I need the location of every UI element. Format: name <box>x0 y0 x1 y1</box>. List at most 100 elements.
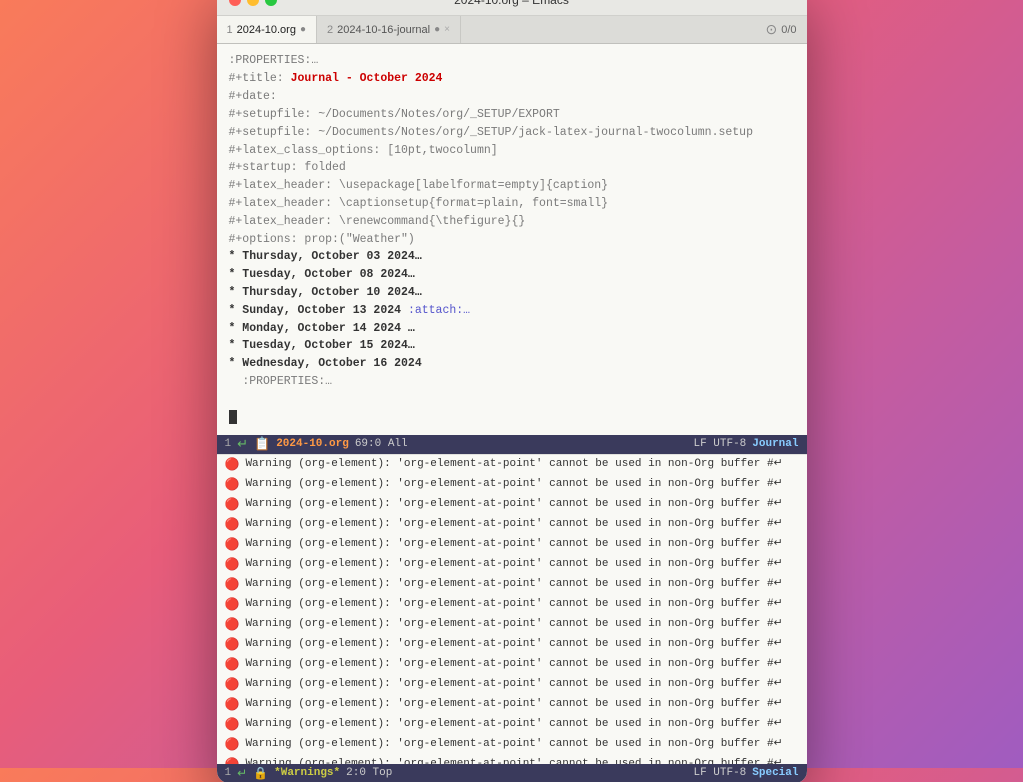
warning-icon-9: 🔴 <box>225 616 240 634</box>
warnings-area: 🔴 Warning (org-element): 'org-element-at… <box>217 454 807 764</box>
minimize-button[interactable] <box>247 0 259 6</box>
traffic-lights <box>229 0 277 6</box>
tab-1[interactable]: 1 2024-10.org ● <box>217 16 318 43</box>
line-14: * Thursday, October 10 2024… <box>229 284 795 302</box>
warning-text-10: Warning (org-element): 'org-element-at-p… <box>245 636 782 653</box>
warning-icon-14: 🔴 <box>225 716 240 734</box>
line-9: #+latex_header: \captionsetup{format=pla… <box>229 195 795 213</box>
warning-1: 🔴 Warning (org-element): 'org-element-at… <box>217 455 807 475</box>
warning-text-14: Warning (org-element): 'org-element-at-p… <box>245 716 782 733</box>
line-8: #+latex_header: \usepackage[labelformat=… <box>229 177 795 195</box>
line-2: #+title: Journal - October 2024 <box>229 70 795 88</box>
warning-2: 🔴 Warning (org-element): 'org-element-at… <box>217 475 807 495</box>
buffer-icon: 📋 <box>254 437 270 452</box>
mode-line-bottom-num: 1 <box>225 767 232 779</box>
line-13: * Tuesday, October 08 2024… <box>229 266 795 284</box>
line-15: * Sunday, October 13 2024 :attach:… <box>229 302 795 320</box>
mode-line-top: 1 ↵ 📋 2024-10.org 69:0 All LF UTF-8 Jour… <box>217 435 807 454</box>
tab-counter: ⊙ 0/0 <box>755 16 806 43</box>
line-11: #+options: prop:("Weather") <box>229 231 795 249</box>
warning-6: 🔴 Warning (org-element): 'org-element-at… <box>217 555 807 575</box>
line-12: * Thursday, October 03 2024… <box>229 248 795 266</box>
warning-icon-15: 🔴 <box>225 736 240 754</box>
mode-line-bottom-enc: LF UTF-8 <box>693 767 746 779</box>
mode-line-file: 2024-10.org <box>276 438 349 450</box>
mode-line-bottom-file: *Warnings* <box>274 767 340 779</box>
warning-12: 🔴 Warning (org-element): 'org-element-at… <box>217 675 807 695</box>
mode-line-mode: Journal <box>752 438 798 450</box>
warning-text-5: Warning (org-element): 'org-element-at-p… <box>245 536 782 553</box>
title-bar: 2024-10.org – Emacs <box>217 0 807 16</box>
line-1: :PROPERTIES:… <box>229 52 795 70</box>
warning-3: 🔴 Warning (org-element): 'org-element-at… <box>217 495 807 515</box>
warning-icon-7: 🔴 <box>225 576 240 594</box>
editor-area[interactable]: :PROPERTIES:… #+title: Journal - October… <box>217 44 807 434</box>
line-7: #+startup: folded <box>229 159 795 177</box>
warning-10: 🔴 Warning (org-element): 'org-element-at… <box>217 635 807 655</box>
tab-spacer <box>461 16 756 43</box>
tab-2-modified: ● <box>434 24 440 35</box>
warning-7: 🔴 Warning (org-element): 'org-element-at… <box>217 575 807 595</box>
line-19: :PROPERTIES:… <box>229 373 795 391</box>
tab-1-modified: ● <box>300 24 306 35</box>
window-title: 2024-10.org – Emacs <box>454 0 569 7</box>
warning-icon-10: 🔴 <box>225 636 240 654</box>
warning-icon-5: 🔴 <box>225 536 240 554</box>
warning-text-2: Warning (org-element): 'org-element-at-p… <box>245 476 782 493</box>
counter-icon: ⊙ <box>765 21 777 38</box>
warning-text-11: Warning (org-element): 'org-element-at-p… <box>245 656 782 673</box>
warning-text-4: Warning (org-element): 'org-element-at-p… <box>245 516 782 533</box>
mode-line-bottom: 1 ↵ 🔒 *Warnings* 2:0 Top LF UTF-8 Specia… <box>217 764 807 782</box>
warning-icon-12: 🔴 <box>225 676 240 694</box>
warning-icon-13: 🔴 <box>225 696 240 714</box>
warning-14: 🔴 Warning (org-element): 'org-element-at… <box>217 715 807 735</box>
main-content: :PROPERTIES:… #+title: Journal - October… <box>217 44 807 782</box>
line-16: * Monday, October 14 2024 … <box>229 320 795 338</box>
emacs-window: 2024-10.org – Emacs 1 2024-10.org ● 2 20… <box>217 0 807 782</box>
tab-1-label: 2024-10.org <box>237 24 296 36</box>
mode-line-enc: LF UTF-8 <box>693 438 746 450</box>
warning-text-9: Warning (org-element): 'org-element-at-p… <box>245 616 782 633</box>
warning-text-16: Warning (org-element): 'org-element-at-p… <box>245 756 782 763</box>
counter-value: 0/0 <box>781 24 796 36</box>
mode-line-bottom-pos: 2:0 Top <box>346 767 392 779</box>
line-18: * Wednesday, October 16 2024 <box>229 355 795 373</box>
tab-2-close[interactable]: × <box>444 24 450 35</box>
mode-line-bottom-mode: Special <box>752 767 798 779</box>
mode-line-num: 1 <box>225 438 232 450</box>
warning-text-15: Warning (org-element): 'org-element-at-p… <box>245 736 782 753</box>
warning-icon-16: 🔴 <box>225 756 240 764</box>
warning-text-13: Warning (org-element): 'org-element-at-p… <box>245 696 782 713</box>
warning-16: 🔴 Warning (org-element): 'org-element-at… <box>217 755 807 764</box>
line-3: #+date: <box>229 88 795 106</box>
line-10: #+latex_header: \renewcommand{\thefigure… <box>229 213 795 231</box>
warning-15: 🔴 Warning (org-element): 'org-element-at… <box>217 735 807 755</box>
warning-text-1: Warning (org-element): 'org-element-at-p… <box>245 456 782 473</box>
warning-text-3: Warning (org-element): 'org-element-at-p… <box>245 496 782 513</box>
tab-2[interactable]: 2 2024-10-16-journal ● × <box>317 16 461 43</box>
cursor-line <box>229 409 795 427</box>
warning-11: 🔴 Warning (org-element): 'org-element-at… <box>217 655 807 675</box>
warning-text-6: Warning (org-element): 'org-element-at-p… <box>245 556 782 573</box>
warning-icon-6: 🔴 <box>225 556 240 574</box>
tab-2-number: 2 <box>327 24 333 36</box>
warning-text-8: Warning (org-element): 'org-element-at-p… <box>245 596 782 613</box>
fullscreen-button[interactable] <box>265 0 277 6</box>
warning-text-7: Warning (org-element): 'org-element-at-p… <box>245 576 782 593</box>
warning-4: 🔴 Warning (org-element): 'org-element-at… <box>217 515 807 535</box>
warning-icon-8: 🔴 <box>225 596 240 614</box>
warning-5: 🔴 Warning (org-element): 'org-element-at… <box>217 535 807 555</box>
warning-8: 🔴 Warning (org-element): 'org-element-at… <box>217 595 807 615</box>
warning-13: 🔴 Warning (org-element): 'org-element-at… <box>217 695 807 715</box>
close-button[interactable] <box>229 0 241 6</box>
warning-text-12: Warning (org-element): 'org-element-at-p… <box>245 676 782 693</box>
warning-icon-1: 🔴 <box>225 456 240 474</box>
arrow-icon: ↵ <box>237 437 248 452</box>
line-4: #+setupfile: ~/Documents/Notes/org/_SETU… <box>229 106 795 124</box>
tab-2-label: 2024-10-16-journal <box>337 24 430 36</box>
warning-9: 🔴 Warning (org-element): 'org-element-at… <box>217 615 807 635</box>
warning-icon-4: 🔴 <box>225 516 240 534</box>
mode-line-pos: 69:0 All <box>355 438 408 450</box>
tab-1-number: 1 <box>227 24 233 36</box>
line-5: #+setupfile: ~/Documents/Notes/org/_SETU… <box>229 124 795 142</box>
